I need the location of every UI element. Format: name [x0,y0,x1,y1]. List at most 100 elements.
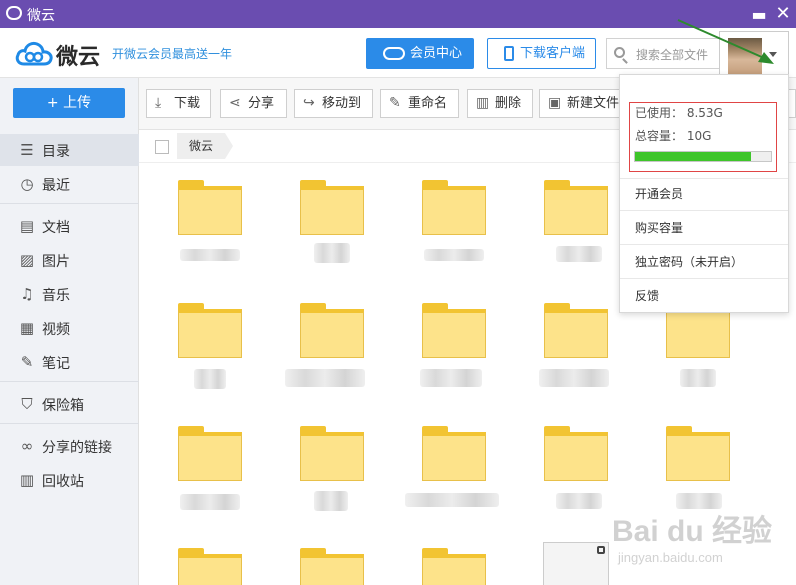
download-client-label: 下载客户端 [520,46,586,61]
shield-icon: ⛉ [21,395,33,413]
folder-item[interactable] [422,180,486,235]
folder-item[interactable] [422,426,486,481]
sidebar-item-label: 目录 [42,144,70,160]
folder-item[interactable] [178,180,242,235]
folder-item[interactable] [178,426,242,481]
breadcrumb-root[interactable]: 微云 [177,133,234,159]
sidebar-item-label: 笔记 [42,356,70,372]
sidebar-item-videos[interactable]: ▦ 视频 [0,312,139,344]
menu-item-feedback[interactable]: 反馈 [635,287,659,304]
move-to-button[interactable]: ↪ 移动到 [294,89,373,118]
toolbar-label: 下载 [174,96,201,111]
video-icon: ▦ [19,319,35,337]
sidebar-item-label: 文档 [42,220,70,236]
toolbar-label: 删除 [495,96,522,111]
new-folder-icon: ▣ [548,95,562,111]
toolbar-label: 分享 [248,96,275,111]
folder-item[interactable] [544,303,608,358]
divider [0,203,139,204]
phone-icon [504,46,514,61]
cloud-logo-icon [15,39,53,67]
download-client-button[interactable]: 下载客户端 [487,38,596,69]
select-all-checkbox[interactable] [155,140,169,154]
folder-item[interactable] [300,548,364,585]
folder-item[interactable] [300,303,364,358]
toolbar-label: 重命名 [408,96,448,111]
sidebar-item-label: 保险箱 [42,398,84,414]
folder-name-blurred [194,369,226,389]
sidebar-item-recycle-bin[interactable]: ▥ 回收站 [0,464,139,496]
sidebar-item-documents[interactable]: ▤ 文档 [0,210,139,242]
folder-name-blurred [539,369,609,387]
vip-center-button[interactable]: 会员中心 [366,38,474,69]
menu-item-independent-password[interactable]: 独立密码（未开启） [635,253,743,270]
sidebar-item-notes[interactable]: ✎ 笔记 [0,346,139,378]
sidebar-item-label: 图片 [42,254,70,270]
storage-total: 总容量： 10G [635,129,712,143]
sidebar-item-shared-links[interactable]: ∞ 分享的链接 [0,430,139,462]
folder-item[interactable] [300,180,364,235]
folder-name-blurred [180,494,240,510]
annotation-arrow [677,19,774,64]
folder-item[interactable] [178,548,242,585]
sidebar-item-label: 回收站 [42,474,84,490]
vip-center-label: 会员中心 [410,46,463,61]
weiyun-logo-icon [6,6,22,20]
note-icon: ✎ [20,353,34,371]
sidebar-item-recent[interactable]: ◷ 最近 [0,168,139,200]
menu-item-open-vip[interactable]: 开通会员 [635,185,683,202]
move-icon: ↪ [303,95,315,111]
folder-name-blurred [285,369,365,387]
divider [620,278,788,279]
folder-name-blurred [556,246,602,262]
brand-name: 微云 [56,45,101,70]
watermark-url: jingyan.baidu.com [618,550,723,565]
storage-progress-bar [634,151,772,162]
folder-item[interactable] [666,426,730,481]
folder-item[interactable] [422,548,486,585]
folder-item[interactable] [544,180,608,235]
upload-button[interactable]: + 上传 [13,88,125,118]
vip-icon [383,47,405,60]
download-icon: ⤓ [155,95,162,111]
sidebar: + 上传 ☰ 目录 ◷ 最近 ▤ 文档 ▨ 图片 ♫ 音乐 ▦ 视频 ✎ 笔记 … [0,78,139,585]
vip-promo-link[interactable]: 开微云会员最高送一年 [112,45,232,62]
sidebar-item-safe[interactable]: ⛉ 保险箱 [0,388,139,420]
rename-button[interactable]: ✎ 重命名 [380,89,459,118]
storage-used: 已使用： 8.53G [635,106,723,120]
folder-name-blurred [180,249,240,261]
folder-item[interactable] [544,426,608,481]
share-icon: ⋖ [229,95,241,111]
music-icon: ♫ [20,285,34,303]
share-button[interactable]: ⋖ 分享 [220,89,287,118]
delete-button[interactable]: ▥ 删除 [467,89,533,118]
folder-name-blurred [314,491,348,511]
sidebar-item-directory[interactable]: ☰ 目录 [0,134,139,166]
link-icon: ∞ [20,437,34,455]
new-folder-button[interactable]: ▣ 新建文件 [539,89,629,118]
sidebar-item-music[interactable]: ♫ 音乐 [0,278,139,310]
search-icon [614,47,625,58]
menu-item-buy-capacity[interactable]: 购买容量 [635,219,683,236]
toolbar-label: 新建文件 [567,96,620,111]
divider [0,423,139,424]
trash-icon: ▥ [19,471,35,489]
folder-item[interactable] [300,426,364,481]
document-icon: ▤ [19,217,35,235]
rename-icon: ✎ [389,95,401,111]
folder-item[interactable] [422,303,486,358]
sidebar-item-label: 视频 [42,322,70,338]
download-button[interactable]: ⤓ 下载 [146,89,211,118]
window-title: 微云 [27,8,55,24]
folder-item[interactable] [178,303,242,358]
folder-name-blurred [405,493,499,507]
folder-name-blurred [314,243,350,263]
sidebar-item-label: 最近 [42,178,70,194]
user-dropdown-menu: 已使用： 8.53G 总容量： 10G 开通会员 购买容量 独立密码（未开启） … [619,74,789,313]
folder-name-blurred [556,493,602,509]
folder-name-blurred [680,369,716,387]
divider [620,244,788,245]
sidebar-item-images[interactable]: ▨ 图片 [0,244,139,276]
list-icon: ☰ [20,141,34,159]
folder-name-blurred [420,369,482,387]
